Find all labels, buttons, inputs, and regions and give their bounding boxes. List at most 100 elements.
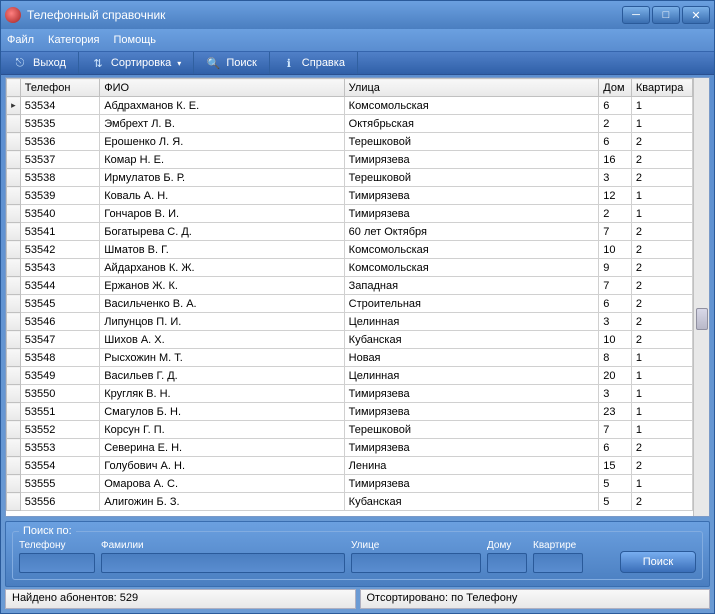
- about-button[interactable]: ℹ Справка: [270, 52, 358, 74]
- cell-phone[interactable]: 53545: [20, 295, 99, 313]
- menu-file[interactable]: Файл: [7, 34, 34, 46]
- cell-name[interactable]: Ержанов Ж. К.: [100, 277, 344, 295]
- cell-phone[interactable]: 53553: [20, 439, 99, 457]
- table-row[interactable]: 53553Северина Е. Н.Тимирязева62: [7, 439, 693, 457]
- cell-name[interactable]: Голубович А. Н.: [100, 457, 344, 475]
- cell-name[interactable]: Кругляк В. Н.: [100, 385, 344, 403]
- cell-name[interactable]: Коваль А. Н.: [100, 187, 344, 205]
- cell-street[interactable]: Тимирязева: [344, 403, 599, 421]
- search-button[interactable]: Поиск: [620, 551, 696, 573]
- table-row[interactable]: 53551Смагулов Б. Н.Тимирязева231: [7, 403, 693, 421]
- cell-phone[interactable]: 53537: [20, 151, 99, 169]
- table-row[interactable]: 53540Гончаров В. И.Тимирязева21: [7, 205, 693, 223]
- cell-apt[interactable]: 2: [631, 151, 692, 169]
- cell-phone[interactable]: 53535: [20, 115, 99, 133]
- cell-street[interactable]: Тимирязева: [344, 475, 599, 493]
- table-row[interactable]: 53535Эмбрехт Л. В.Октябрьская21: [7, 115, 693, 133]
- vertical-scrollbar[interactable]: [693, 78, 709, 516]
- cell-name[interactable]: Смагулов Б. Н.: [100, 403, 344, 421]
- cell-street[interactable]: Терешковой: [344, 421, 599, 439]
- cell-apt[interactable]: 2: [631, 493, 692, 511]
- search-house-input[interactable]: [487, 553, 527, 573]
- table-row[interactable]: ▸53534Абдрахманов К. Е.Комсомольская61: [7, 97, 693, 115]
- cell-apt[interactable]: 2: [631, 439, 692, 457]
- menu-help[interactable]: Помощь: [113, 34, 156, 46]
- cell-house[interactable]: 6: [599, 295, 632, 313]
- cell-street[interactable]: Тимирязева: [344, 385, 599, 403]
- table-row[interactable]: 53552Корсун Г. П.Терешковой71: [7, 421, 693, 439]
- cell-street[interactable]: Октябрьская: [344, 115, 599, 133]
- cell-name[interactable]: Эмбрехт Л. В.: [100, 115, 344, 133]
- cell-name[interactable]: Богатырева С. Д.: [100, 223, 344, 241]
- cell-apt[interactable]: 1: [631, 475, 692, 493]
- cell-house[interactable]: 20: [599, 367, 632, 385]
- sort-button[interactable]: ⇅ Сортировка ▾: [79, 52, 194, 74]
- cell-house[interactable]: 6: [599, 439, 632, 457]
- cell-apt[interactable]: 2: [631, 223, 692, 241]
- col-house[interactable]: Дом: [599, 79, 632, 97]
- exit-button[interactable]: ⎋ Выход: [1, 52, 79, 74]
- cell-house[interactable]: 9: [599, 259, 632, 277]
- table-row[interactable]: 53547Шихов А. Х.Кубанская102: [7, 331, 693, 349]
- cell-name[interactable]: Омарова А. С.: [100, 475, 344, 493]
- cell-name[interactable]: Айдарханов К. Ж.: [100, 259, 344, 277]
- cell-house[interactable]: 6: [599, 133, 632, 151]
- cell-phone[interactable]: 53547: [20, 331, 99, 349]
- cell-phone[interactable]: 53551: [20, 403, 99, 421]
- cell-street[interactable]: Целинная: [344, 313, 599, 331]
- cell-phone[interactable]: 53541: [20, 223, 99, 241]
- cell-phone[interactable]: 53548: [20, 349, 99, 367]
- close-button[interactable]: ✕: [682, 6, 710, 24]
- cell-phone[interactable]: 53542: [20, 241, 99, 259]
- cell-house[interactable]: 10: [599, 241, 632, 259]
- cell-apt[interactable]: 2: [631, 313, 692, 331]
- minimize-button[interactable]: ─: [622, 6, 650, 24]
- table-row[interactable]: 53546Липунцов П. И.Целинная32: [7, 313, 693, 331]
- cell-house[interactable]: 3: [599, 385, 632, 403]
- cell-apt[interactable]: 2: [631, 457, 692, 475]
- cell-house[interactable]: 7: [599, 223, 632, 241]
- table-row[interactable]: 53543Айдарханов К. Ж.Комсомольская92: [7, 259, 693, 277]
- cell-phone[interactable]: 53540: [20, 205, 99, 223]
- cell-street[interactable]: Тимирязева: [344, 205, 599, 223]
- menu-category[interactable]: Категория: [48, 34, 99, 46]
- cell-street[interactable]: Кубанская: [344, 493, 599, 511]
- cell-house[interactable]: 8: [599, 349, 632, 367]
- table-row[interactable]: 53537Комар Н. Е.Тимирязева162: [7, 151, 693, 169]
- cell-name[interactable]: Ирмулатов Б. Р.: [100, 169, 344, 187]
- cell-phone[interactable]: 53539: [20, 187, 99, 205]
- cell-house[interactable]: 7: [599, 421, 632, 439]
- cell-street[interactable]: Терешковой: [344, 169, 599, 187]
- cell-apt[interactable]: 1: [631, 403, 692, 421]
- cell-house[interactable]: 2: [599, 205, 632, 223]
- cell-street[interactable]: Тимирязева: [344, 151, 599, 169]
- cell-street[interactable]: Строительная: [344, 295, 599, 313]
- cell-apt[interactable]: 2: [631, 241, 692, 259]
- cell-street[interactable]: Ленина: [344, 457, 599, 475]
- cell-phone[interactable]: 53543: [20, 259, 99, 277]
- cell-phone[interactable]: 53538: [20, 169, 99, 187]
- cell-apt[interactable]: 2: [631, 259, 692, 277]
- search-phone-input[interactable]: [19, 553, 95, 573]
- cell-name[interactable]: Северина Е. Н.: [100, 439, 344, 457]
- table-row[interactable]: 53536Ерошенко Л. Я.Терешковой62: [7, 133, 693, 151]
- table-row[interactable]: 53550Кругляк В. Н.Тимирязева31: [7, 385, 693, 403]
- cell-house[interactable]: 16: [599, 151, 632, 169]
- cell-phone[interactable]: 53544: [20, 277, 99, 295]
- table-row[interactable]: 53545Васильченко В. А.Строительная62: [7, 295, 693, 313]
- cell-house[interactable]: 12: [599, 187, 632, 205]
- cell-house[interactable]: 5: [599, 475, 632, 493]
- table-row[interactable]: 53544Ержанов Ж. К.Западная72: [7, 277, 693, 295]
- table-row[interactable]: 53541Богатырева С. Д.60 лет Октября72: [7, 223, 693, 241]
- col-phone[interactable]: Телефон: [20, 79, 99, 97]
- cell-name[interactable]: Шихов А. Х.: [100, 331, 344, 349]
- cell-street[interactable]: Комсомольская: [344, 97, 599, 115]
- cell-name[interactable]: Шматов В. Г.: [100, 241, 344, 259]
- cell-street[interactable]: 60 лет Октября: [344, 223, 599, 241]
- cell-apt[interactable]: 1: [631, 97, 692, 115]
- cell-name[interactable]: Рысхожин М. Т.: [100, 349, 344, 367]
- cell-house[interactable]: 2: [599, 115, 632, 133]
- cell-apt[interactable]: 1: [631, 385, 692, 403]
- cell-name[interactable]: Корсун Г. П.: [100, 421, 344, 439]
- cell-apt[interactable]: 1: [631, 421, 692, 439]
